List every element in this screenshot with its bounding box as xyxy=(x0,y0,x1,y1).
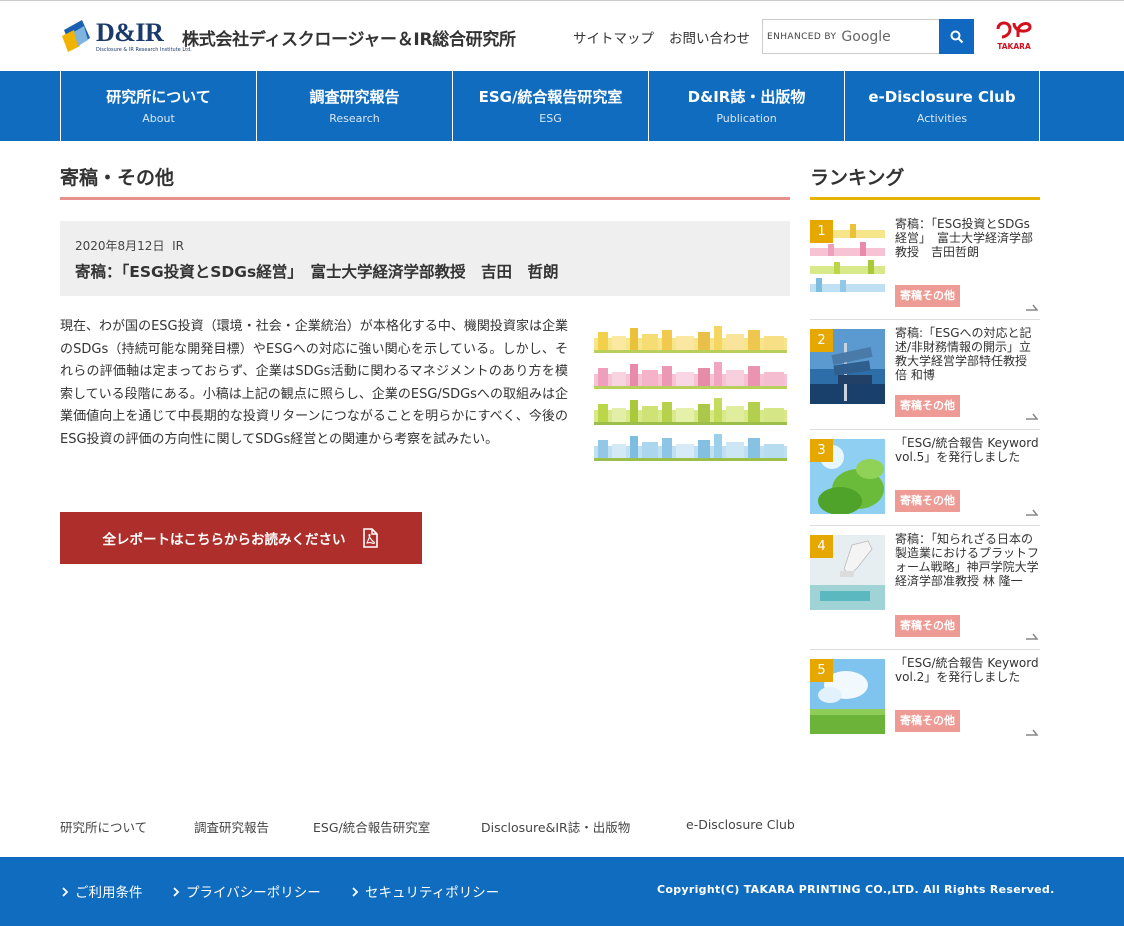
site-footer: ご利用条件 プライバシーポリシー セキュリティポリシー Copyright(C)… xyxy=(0,857,1124,926)
footer-link-about[interactable]: 研究所について xyxy=(60,817,147,836)
search-enhanced-label: ENHANCED BY xyxy=(767,31,837,42)
security-link[interactable]: セキュリティポリシー xyxy=(352,881,499,901)
category-tag: 寄稿その他 xyxy=(895,710,960,732)
nav-label: 調査研究報告 xyxy=(309,88,400,106)
ranking-title-text: 寄稿：「ESG投資とSDGs経営」 富士大学経済学部教授 吉田哲朗 xyxy=(895,217,1034,259)
ranking-title-text: 「ESG/統合報告 Keyword vol.2」を発行しました xyxy=(895,656,1039,684)
logo-text: D&IR xyxy=(96,18,164,47)
category-tag: 寄稿その他 xyxy=(895,285,960,307)
ranking-item[interactable]: 2 寄稿:「ESGへの対応と記述/非財務情報の開示」立教大学経営学部特任教授 倍… xyxy=(810,326,1040,430)
footer-link-eclub[interactable]: e-Disclosure Club xyxy=(686,817,795,832)
search-button[interactable] xyxy=(939,19,974,54)
article-title: 寄稿：「ESG投資とSDGs経営」 富士大学経済学部教授 吉田 哲朗 xyxy=(75,263,559,281)
copyright: Copyright(C) TAKARA PRINTING CO.,LTD. Al… xyxy=(657,883,1055,896)
ranking-title: ランキング xyxy=(810,167,905,189)
ranking-number: 4 xyxy=(810,535,833,558)
footer-link-publication[interactable]: Disclosure&IR誌・出版物 xyxy=(481,817,630,836)
category-tag: 寄稿その他 xyxy=(895,395,960,417)
site-logo[interactable]: D&IR Disclosure & IR Research Institute … xyxy=(60,15,192,57)
logo-subtext: Disclosure & IR Research Institute Ltd. xyxy=(96,47,192,53)
contact-link[interactable]: お問い合わせ xyxy=(669,27,750,47)
ranking-item[interactable]: 3 「ESG/統合報告 Keyword vol.5」を発行しました 寄稿その他 xyxy=(810,436,1040,526)
ranking-title-text: 「ESG/統合報告 Keyword vol.5」を発行しました xyxy=(895,436,1039,464)
site-header: D&IR Disclosure & IR Research Institute … xyxy=(0,1,1124,71)
ranking-number: 5 xyxy=(810,659,833,682)
privacy-label: プライバシーポリシー xyxy=(186,885,321,901)
takara-text: TAKARA xyxy=(997,42,1031,51)
chevron-right-icon xyxy=(62,887,69,897)
category-tag: 寄稿その他 xyxy=(895,490,960,512)
search-form: ENHANCED BY Google xyxy=(762,19,974,54)
arrow-icon xyxy=(1026,633,1038,640)
article-header: 2020年8月12日 IR 寄稿：「ESG投資とSDGs経営」 富士大学経済学部… xyxy=(60,221,790,296)
arrow-icon xyxy=(1026,304,1038,311)
nav-sublabel: ESG xyxy=(539,112,562,125)
arrow-icon xyxy=(1026,729,1038,736)
privacy-link[interactable]: プライバシーポリシー xyxy=(173,881,321,901)
search-input[interactable]: ENHANCED BY Google xyxy=(762,19,939,54)
ranking-number: 2 xyxy=(810,329,833,352)
logo-mark-icon xyxy=(60,16,94,56)
ranking-underline xyxy=(810,197,1040,200)
sitemap-link[interactable]: サイトマップ xyxy=(573,27,654,47)
nav-label: ESG/統合報告研究室 xyxy=(478,88,623,106)
takara-logo[interactable]: TAKARA xyxy=(990,19,1038,53)
nav-label: 研究所について xyxy=(106,88,211,106)
security-label: セキュリティポリシー xyxy=(365,885,500,901)
nav-sublabel: Activities xyxy=(916,112,968,125)
article-date: 2020年8月12日 xyxy=(75,239,165,253)
chevron-right-icon xyxy=(173,887,180,897)
search-google-label: Google xyxy=(841,28,891,45)
search-icon xyxy=(950,30,963,43)
nav-esg[interactable]: ESG/統合報告研究室 ESG xyxy=(452,71,648,141)
nav-sublabel: Publication xyxy=(716,112,777,125)
nav-sublabel: About xyxy=(142,112,175,125)
article-meta: 2020年8月12日 IR xyxy=(75,237,184,254)
report-button-label: 全レポートはこちらからお読みください xyxy=(102,532,346,548)
main-nav: 研究所について About 調査研究報告 Research ESG/統合報告研究… xyxy=(0,71,1124,141)
ranking-title-text: 寄稿：「知られざる日本の製造業におけるプラットフォーム戦略」神戸学院大学 経済学… xyxy=(895,532,1040,588)
terms-label: ご利用条件 xyxy=(75,885,143,901)
arrow-icon xyxy=(1026,509,1038,516)
company-name: 株式会社ディスクロージャー＆IR総合研究所 xyxy=(182,30,516,50)
terms-link[interactable]: ご利用条件 xyxy=(62,881,143,901)
nav-publication[interactable]: D&IR誌・出版物 Publication xyxy=(648,71,844,141)
ranking-title-text: 寄稿:「ESGへの対応と記述/非財務情報の開示」立教大学経営学部特任教授 倍 和… xyxy=(895,326,1032,382)
section-title: 寄稿・その他 xyxy=(60,167,175,189)
ranking-item[interactable]: 4 寄稿：「知られざる日本の製造業におけるプラットフォーム戦略」神戸学院大学 経… xyxy=(810,532,1040,650)
ranking-item[interactable]: 1 寄稿：「ESG投資とSDGs経営」 富士大学経済学部教授 吉田哲朗 寄稿その… xyxy=(810,217,1040,320)
footer-link-research[interactable]: 調査研究報告 xyxy=(194,817,269,836)
takara-mark-icon xyxy=(996,21,1032,39)
ranking-number: 1 xyxy=(810,220,833,243)
read-full-report-button[interactable]: 全レポートはこちらからお読みください xyxy=(60,512,422,564)
pdf-icon xyxy=(362,528,378,548)
ranking-item[interactable]: 5 「ESG/統合報告 Keyword vol.2」を発行しました 寄稿その他 xyxy=(810,656,1040,745)
ranking-number: 3 xyxy=(810,439,833,462)
article-illustration-cityscape xyxy=(594,320,787,462)
section-underline xyxy=(60,197,790,200)
nav-sublabel: Research xyxy=(329,112,380,125)
footer-link-esg[interactable]: ESG/統合報告研究室 xyxy=(313,817,430,836)
article-body: 現在、わが国のESG投資（環境・社会・企業統治）が本格化する中、機関投資家は企業… xyxy=(60,319,569,447)
arrow-icon xyxy=(1026,413,1038,420)
article-category: IR xyxy=(172,239,184,253)
category-tag: 寄稿その他 xyxy=(895,615,960,637)
nav-about[interactable]: 研究所について About xyxy=(60,71,256,141)
chevron-right-icon xyxy=(352,887,359,897)
nav-label: e-Disclosure Club xyxy=(868,88,1016,106)
nav-label: D&IR誌・出版物 xyxy=(687,88,806,106)
nav-activities[interactable]: e-Disclosure Club Activities xyxy=(844,71,1040,141)
nav-research[interactable]: 調査研究報告 Research xyxy=(256,71,452,141)
